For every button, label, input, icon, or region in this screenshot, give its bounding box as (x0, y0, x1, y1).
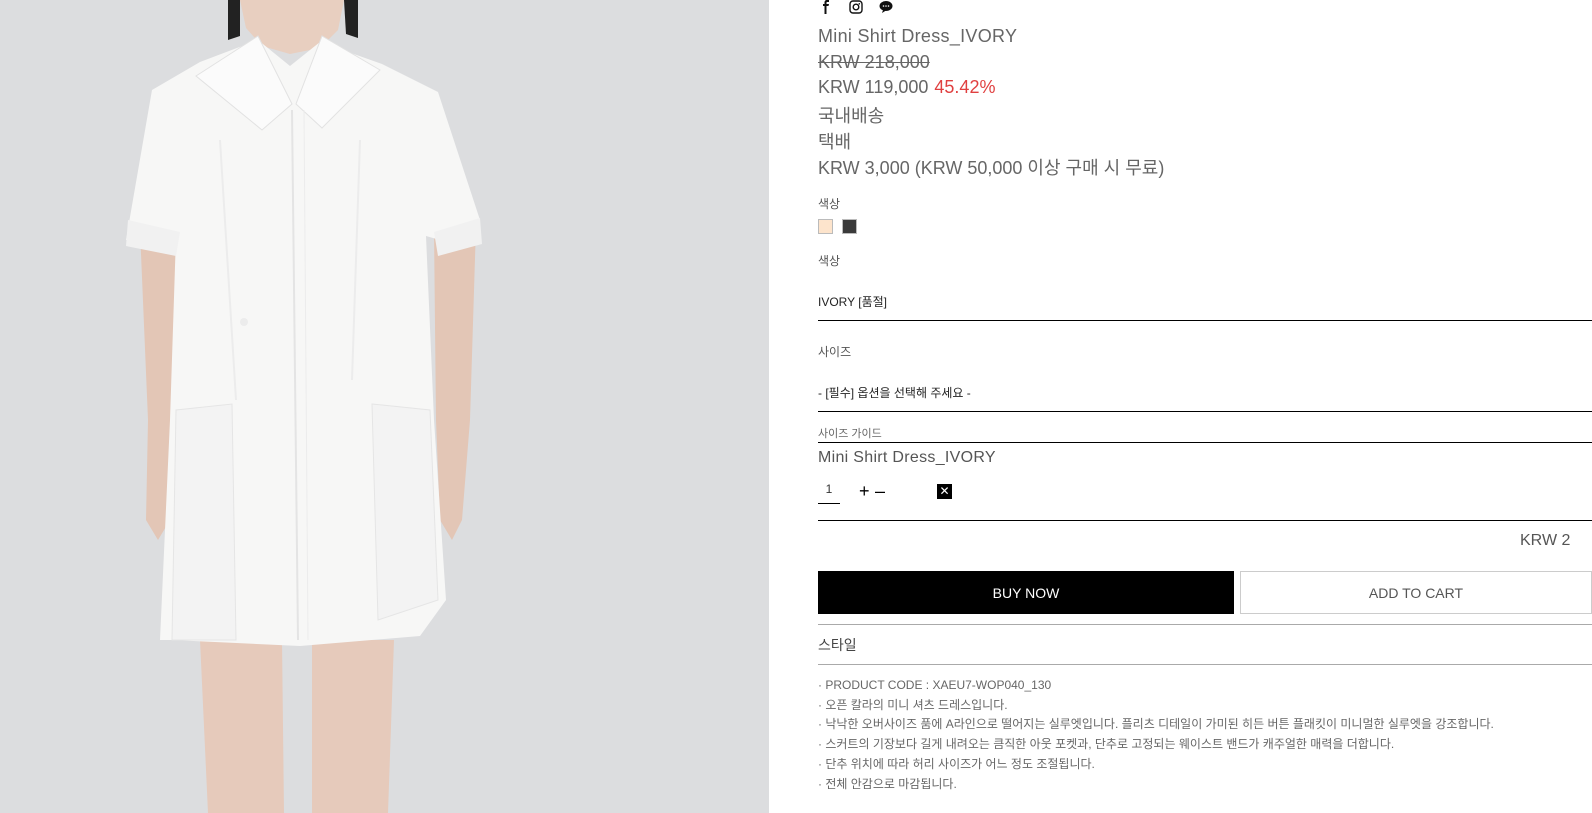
tab-divider-bottom (818, 664, 1592, 665)
discount-rate: 45.42% (934, 77, 996, 97)
size-guide-label: 사이즈 가이드 (818, 428, 882, 440)
size-select[interactable]: - [필수] 옵션을 선택해 주세요 - (818, 372, 1592, 412)
shipping-region: 국내배송 (818, 106, 885, 126)
product-photo (0, 0, 769, 813)
shipping-fee: KRW 3,000 (KRW 50,000 이상 구매 시 무료) (818, 158, 1165, 178)
sale-price-row: KRW 119,000 45.42% (818, 77, 995, 98)
swatch-black[interactable] (842, 219, 857, 234)
product-info-panel: Mini Shirt Dress_IVORY KRW 218,000 KRW 1… (818, 0, 1592, 813)
shipping-method: 택배 (818, 132, 852, 152)
quantity-increase-button[interactable]: + (859, 481, 870, 501)
buy-now-button[interactable]: BUY NOW (818, 571, 1234, 614)
size-select-value: - [필수] 옵션을 선택해 주세요 - (818, 386, 971, 400)
kakaotalk-icon[interactable] (878, 0, 894, 14)
product-title: Mini Shirt Dress_IVORY (818, 26, 1018, 46)
color-swatch-label: 색상 (818, 197, 841, 211)
description-line: · 오픈 칼라의 미니 셔츠 드레스입니다. (818, 697, 1008, 712)
add-to-cart-button[interactable]: ADD TO CART (1240, 571, 1592, 614)
facebook-icon[interactable] (818, 0, 834, 14)
selected-item-name: Mini Shirt Dress_IVORY (818, 449, 996, 466)
total-price: KRW 2 (1520, 532, 1571, 549)
size-select-label: 사이즈 (818, 345, 852, 359)
instagram-icon[interactable] (848, 0, 864, 14)
description-line: · 전체 안감으로 마감됩니다. (818, 776, 957, 791)
model-wearing-dress-image (0, 0, 769, 813)
description-line: · 단추 위치에 따라 허리 사이즈가 어느 정도 조절됩니다. (818, 756, 1095, 771)
swatch-ivory[interactable] (818, 219, 833, 234)
original-price: KRW 218,000 (818, 52, 930, 72)
size-guide-link[interactable]: 사이즈 가이드 (818, 425, 1592, 443)
color-swatches (818, 219, 857, 234)
tab-divider-top (818, 624, 1592, 625)
remove-item-button[interactable]: ✕ (937, 484, 952, 499)
quantity-decrease-button[interactable]: – (875, 481, 885, 501)
product-description: · PRODUCT CODE : XAEU7-WOP040_130 · 오픈 칼… (818, 676, 1494, 794)
selected-item-divider (818, 520, 1592, 521)
color-select[interactable]: IVORY [품절] (818, 281, 1592, 321)
color-select-value: IVORY [품절] (818, 295, 887, 309)
color-select-label: 색상 (818, 254, 841, 268)
description-line: · 스커트의 기장보다 길게 내려오는 큼직한 아웃 포켓과, 단추로 고정되는… (818, 737, 1395, 752)
description-line: · 낙낙한 오버사이즈 품에 A라인으로 떨어지는 실루엣입니다. 플리츠 디테… (818, 717, 1494, 732)
social-share-links (818, 0, 894, 14)
tab-style[interactable]: 스타일 (818, 635, 857, 655)
description-line: · PRODUCT CODE : XAEU7-WOP040_130 (818, 678, 1052, 692)
sale-price: KRW 119,000 (818, 77, 929, 97)
quantity-input[interactable]: 1 (818, 482, 840, 504)
